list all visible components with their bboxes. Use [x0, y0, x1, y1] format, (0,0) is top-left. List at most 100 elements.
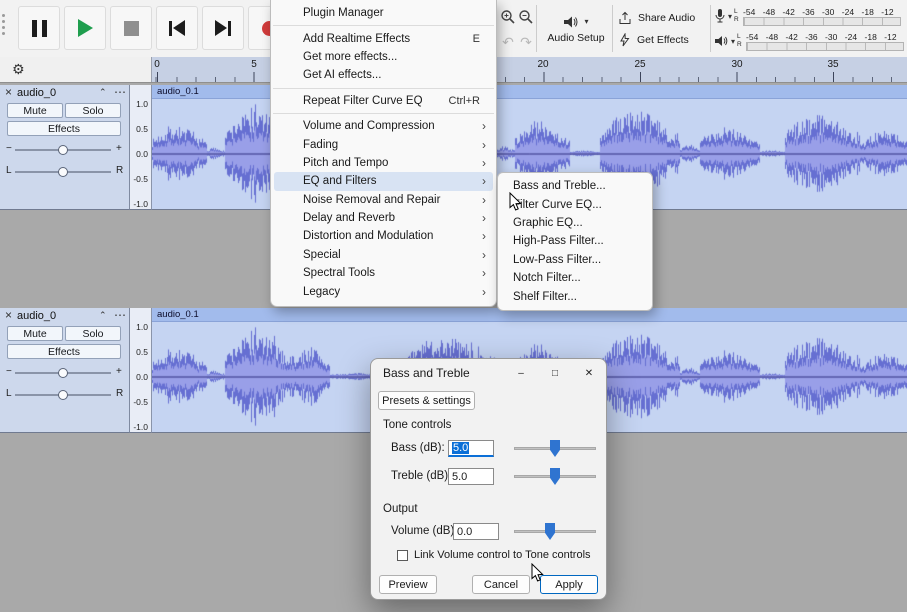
menu-item-shelf-filter[interactable]: Shelf Filter... — [501, 287, 649, 305]
effects-button[interactable]: Effects — [7, 344, 121, 359]
chevron-down-icon: ▾ — [731, 37, 735, 46]
toolbar-separator — [710, 5, 711, 52]
menu-item-high-pass-filter[interactable]: High-Pass Filter... — [501, 232, 649, 250]
menu-item-repeat-filter-curve-eq[interactable]: Repeat Filter Curve EQCtrl+R — [274, 92, 493, 110]
mute-button[interactable]: Mute — [7, 326, 63, 341]
track-name[interactable]: audio_0 — [17, 87, 56, 99]
volume-slider[interactable] — [514, 530, 596, 533]
toolbar-grip[interactable] — [2, 14, 5, 35]
play-icon — [78, 19, 93, 37]
menu-item-pitch-and-tempo[interactable]: Pitch and Tempo› — [274, 154, 493, 172]
scale-label: 0.0 — [136, 372, 148, 382]
track-name[interactable]: audio_0 — [17, 310, 56, 322]
apply-button[interactable]: Apply — [540, 575, 598, 594]
link-volume-checkbox-label: Link Volume control to Tone controls — [414, 549, 591, 561]
get-effects-button[interactable]: Get Effects — [618, 31, 689, 49]
redo-button[interactable]: ↷ — [517, 33, 535, 51]
dialog-title: Bass and Treble — [371, 366, 504, 380]
presets-settings-button[interactable]: Presets & settings — [378, 391, 475, 410]
get-effects-label: Get Effects — [637, 34, 689, 46]
pan-left-label: L — [6, 165, 12, 176]
share-audio-label: Share Audio — [638, 12, 695, 24]
zoom-in-button[interactable] — [499, 8, 517, 26]
cancel-button[interactable]: Cancel — [472, 575, 530, 594]
gain-minus-label: − — [6, 366, 12, 377]
menu-item-get-ai-effects[interactable]: Get AI effects... — [274, 66, 493, 84]
track-menu-icon[interactable]: ⋯ — [114, 85, 126, 99]
menu-item-spectral-tools[interactable]: Spectral Tools› — [274, 264, 493, 282]
ruler-tick-label: 20 — [537, 59, 548, 70]
menu-item-legacy[interactable]: Legacy› — [274, 282, 493, 300]
pan-slider-knob[interactable] — [58, 167, 68, 177]
undo-button[interactable]: ↶ — [499, 33, 517, 51]
vertical-scale-ruler[interactable]: 1.0 0.5 0.0 -0.5 -1.0 — [130, 85, 152, 210]
stop-button[interactable] — [110, 6, 152, 50]
bass-input[interactable]: 5.0 — [448, 440, 494, 457]
scale-label: -0.5 — [133, 174, 148, 184]
solo-button[interactable]: Solo — [65, 103, 121, 118]
menu-item-noise-removal-and-repair[interactable]: Noise Removal and Repair› — [274, 191, 493, 209]
playback-meter[interactable]: ▾ LR -54-48-42-36-30-24-18-12 — [714, 30, 906, 52]
stop-icon — [124, 21, 139, 36]
gain-slider-knob[interactable] — [58, 368, 68, 378]
submenu-chevron-icon: › — [482, 174, 486, 188]
maximize-button[interactable]: □ — [538, 359, 572, 387]
track-close-icon[interactable]: × — [5, 85, 12, 99]
menu-item-filter-curve-eq[interactable]: Filter Curve EQ... — [501, 195, 649, 213]
bass-slider-thumb[interactable] — [550, 440, 560, 457]
gain-slider-knob[interactable] — [58, 145, 68, 155]
menu-item-get-more-effects[interactable]: Get more effects... — [274, 48, 493, 66]
menu-item-add-realtime-effects[interactable]: Add Realtime EffectsE — [274, 29, 493, 47]
solo-button[interactable]: Solo — [65, 326, 121, 341]
menu-item-notch-filter[interactable]: Notch Filter... — [501, 269, 649, 287]
ruler-tick-label: 0 — [154, 59, 160, 70]
menu-item-low-pass-filter[interactable]: Low-Pass Filter... — [501, 251, 649, 269]
volume-slider-thumb[interactable] — [545, 523, 555, 540]
treble-slider-thumb[interactable] — [550, 468, 560, 485]
menu-separator — [273, 113, 494, 114]
track-control-panel: × audio_0 ⌃ ⋯ Mute Solo Effects − + L R — [0, 85, 130, 210]
submenu-chevron-icon: › — [482, 138, 486, 152]
pan-right-label: R — [116, 165, 123, 176]
audio-setup-button[interactable]: ▾ Audio Setup — [540, 5, 612, 53]
track-collapse-icon[interactable]: ⌃ — [99, 310, 107, 321]
preview-button[interactable]: Preview — [379, 575, 437, 594]
play-button[interactable] — [64, 6, 106, 50]
menu-item-bass-and-treble[interactable]: Bass and Treble... — [501, 177, 649, 195]
mouse-cursor — [531, 563, 544, 583]
mute-button[interactable]: Mute — [7, 103, 63, 118]
menu-item-plugin-manager[interactable]: Plugin Manager — [274, 4, 493, 22]
gear-icon[interactable]: ⚙ — [12, 61, 25, 78]
menu-item-volume-and-compression[interactable]: Volume and Compression› — [274, 117, 493, 135]
vertical-scale-ruler[interactable]: 1.0 0.5 0.0 -0.5 -1.0 — [130, 308, 152, 433]
pause-button[interactable] — [18, 6, 60, 50]
effects-button[interactable]: Effects — [7, 121, 121, 136]
share-audio-button[interactable]: Share Audio — [618, 9, 695, 27]
menu-item-graphic-eq[interactable]: Graphic EQ... — [501, 214, 649, 232]
track-close-icon[interactable]: × — [5, 308, 12, 322]
submenu-chevron-icon: › — [482, 119, 486, 133]
pan-slider-knob[interactable] — [58, 390, 68, 400]
menu-item-eq-and-filters[interactable]: EQ and Filters› — [274, 172, 493, 190]
link-volume-checkbox[interactable] — [397, 550, 408, 561]
track-collapse-icon[interactable]: ⌃ — [99, 87, 107, 98]
gain-plus-label: + — [116, 366, 122, 377]
skip-to-start-button[interactable] — [156, 6, 198, 50]
clip-title-bar[interactable]: audio_0.1 — [152, 85, 907, 99]
treble-input[interactable]: 5.0 — [448, 468, 494, 485]
menu-item-special[interactable]: Special› — [274, 246, 493, 264]
zoom-out-button[interactable] — [517, 8, 535, 26]
time-ruler[interactable]: 0 5 20 25 30 35 — [152, 57, 907, 82]
minimize-button[interactable]: – — [504, 359, 538, 387]
close-button[interactable]: ✕ — [572, 359, 606, 387]
menu-item-delay-and-reverb[interactable]: Delay and Reverb› — [274, 209, 493, 227]
volume-input[interactable]: 0.0 — [453, 523, 499, 540]
track-menu-icon[interactable]: ⋯ — [114, 308, 126, 322]
menu-item-fading[interactable]: Fading› — [274, 135, 493, 153]
skip-to-end-button[interactable] — [202, 6, 244, 50]
recording-meter[interactable]: ▾ LR -54-48-42-36-30-24-18-12 — [714, 5, 906, 27]
playback-meter-scale: -54-48-42-36-30-24-18-12 — [746, 32, 904, 51]
menu-item-distortion-and-modulation[interactable]: Distortion and Modulation› — [274, 227, 493, 245]
dialog-titlebar[interactable]: Bass and Treble – □ ✕ — [371, 359, 606, 387]
microphone-icon — [714, 8, 726, 24]
